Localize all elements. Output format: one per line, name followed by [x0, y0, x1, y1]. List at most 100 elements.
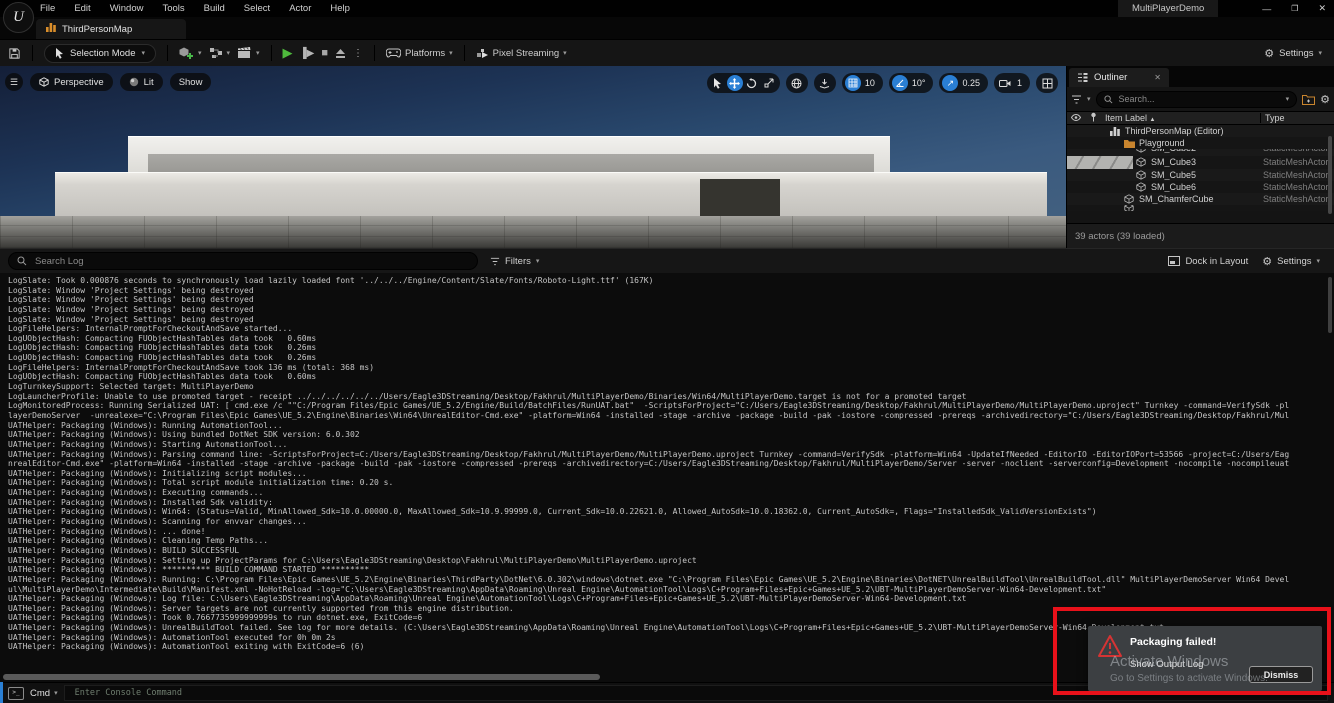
gear-icon: ⚙ [1264, 47, 1274, 60]
log-filters-dropdown[interactable]: Filters ▾ [490, 256, 539, 267]
row-type: StaticMeshActor [1263, 182, 1329, 192]
blueprints-icon [209, 47, 223, 59]
platforms-dropdown[interactable]: Platforms ▾ [386, 48, 453, 59]
blueprints-dropdown[interactable]: ▾ [209, 47, 231, 59]
log-line: LogFileHelpers: InternalPromptForCheckou… [8, 363, 1328, 373]
dock-icon [1168, 256, 1180, 266]
log-search-input[interactable] [33, 255, 469, 268]
settings-dropdown[interactable]: ⚙ Settings ▾ [1264, 47, 1326, 60]
select-tool-icon[interactable] [710, 75, 726, 91]
show-dropdown[interactable]: Show [170, 73, 212, 91]
show-output-log-link[interactable]: Show Output Log [1130, 659, 1203, 670]
add-folder-icon[interactable] [1302, 94, 1315, 105]
outliner-search[interactable]: ▾ [1096, 91, 1298, 108]
menu-item-select[interactable]: Select [244, 3, 270, 14]
tab-thirdpersonmap[interactable]: ThirdPersonMap [36, 19, 186, 39]
outliner-row[interactable]: SM_Cube3StaticMeshActor [1067, 156, 1334, 168]
outliner-tab-bar: Outliner ✕ [1067, 66, 1334, 87]
skip-frame-button[interactable]: ▐▶ [300, 48, 315, 59]
maximize-viewport-button[interactable] [1036, 73, 1058, 93]
selection-mode-dropdown[interactable]: Selection Mode ▾ [44, 44, 156, 63]
outliner-search-input[interactable] [1117, 93, 1282, 105]
filter-icon[interactable] [1071, 95, 1082, 104]
add-actor-dropdown[interactable]: ▾ [179, 46, 202, 60]
outliner-row[interactable]: ThirdPersonMap (Editor) [1067, 125, 1334, 137]
scale-tool-icon[interactable] [761, 75, 777, 91]
camera-icon [997, 75, 1013, 91]
rotate-tool-icon[interactable] [744, 75, 760, 91]
restore-button[interactable]: ❐ [1291, 4, 1298, 13]
play-button[interactable]: ▶ [283, 45, 293, 61]
log-line: UATHelper: Packaging (Windows): BUILD SU… [8, 546, 1328, 556]
outliner-scrollbar[interactable] [1328, 136, 1332, 214]
move-tool-icon[interactable] [727, 75, 743, 91]
outliner-row[interactable] [1067, 205, 1334, 211]
main-toolbar: Selection Mode ▾ ▾ ▾ ▾ ▶ ▐▶ ■ ⋮ Platform… [0, 39, 1334, 66]
outliner-row[interactable]: SM_Cube2StaticMeshActor [1067, 149, 1334, 156]
type-column-header[interactable]: Type [1260, 113, 1334, 123]
console-focus-accent [0, 682, 3, 703]
actor-count-label: 39 actors (39 loaded) [1075, 231, 1165, 242]
transform-tools [707, 73, 780, 93]
visibility-column-icon[interactable] [1067, 113, 1085, 123]
perspective-dropdown[interactable]: Perspective [30, 73, 113, 91]
menu-item-window[interactable]: Window [110, 3, 144, 14]
eject-button[interactable] [335, 48, 346, 59]
selection-mode-label: Selection Mode [70, 48, 135, 59]
tab-outliner[interactable]: Outliner ✕ [1069, 68, 1169, 87]
item-label-column-header[interactable]: Item Label ▲ [1101, 113, 1260, 123]
viewport-menu-icon[interactable]: ☰ [5, 73, 23, 91]
dismiss-button[interactable]: Dismiss [1249, 666, 1313, 683]
outliner-row[interactable]: SM_ChamferCubeStaticMeshActor [1067, 193, 1334, 205]
scene-floor-shadow [0, 216, 1066, 248]
cinematics-dropdown[interactable]: ▾ [237, 47, 260, 59]
pixel-streaming-label: Pixel Streaming [493, 48, 560, 59]
row-label: SM_Cube2 [1151, 149, 1196, 153]
lit-dropdown[interactable]: Lit [120, 73, 163, 91]
dock-label: Dock in Layout [1185, 256, 1248, 267]
log-horizontal-scrollbar[interactable] [3, 674, 600, 680]
menu-item-actor[interactable]: Actor [289, 3, 311, 14]
log-text-area[interactable]: LogSlate: Took 0.000876 seconds to synch… [0, 273, 1328, 652]
dock-in-layout-button[interactable]: Dock in Layout [1168, 256, 1248, 267]
log-line: LogSlate: Window 'Project Settings' bein… [8, 295, 1328, 305]
chevron-down-icon[interactable]: ▾ [1087, 95, 1091, 103]
menu-item-edit[interactable]: Edit [74, 3, 90, 14]
close-tab-icon[interactable]: ✕ [1154, 73, 1161, 82]
pin-column-icon[interactable] [1085, 112, 1101, 124]
outliner-row[interactable]: SM_Cube5StaticMeshActor [1067, 169, 1334, 181]
chevron-down-icon[interactable]: ▾ [1286, 95, 1290, 103]
unreal-engine-logo-icon[interactable]: U [3, 2, 34, 33]
outliner-settings-icon[interactable]: ⚙ [1320, 93, 1330, 106]
menu-item-file[interactable]: File [40, 3, 55, 14]
grid-snap-control[interactable]: 10 [842, 73, 883, 93]
settings-label: Settings [1279, 48, 1313, 59]
filter-icon [490, 257, 500, 266]
pixel-streaming-dropdown[interactable]: Pixel Streaming ▾ [476, 47, 567, 59]
stop-button[interactable]: ■ [321, 47, 328, 59]
window-controls: — ❐ ✕ [1262, 0, 1326, 17]
rotation-snap-control[interactable]: 10° [889, 73, 934, 93]
chevron-down-icon: ▾ [449, 49, 453, 57]
outliner-row[interactable]: Playground [1067, 137, 1334, 149]
log-search[interactable] [8, 252, 478, 270]
camera-speed-control[interactable]: 1 [994, 73, 1030, 93]
log-settings-dropdown[interactable]: ⚙ Settings ▾ [1262, 255, 1320, 268]
menu-item-build[interactable]: Build [204, 3, 225, 14]
level-viewport[interactable]: ☰ Perspective Lit Show [0, 66, 1066, 248]
close-button[interactable]: ✕ [1318, 3, 1326, 14]
surface-snapping-toggle[interactable] [814, 73, 836, 93]
cmd-dropdown[interactable]: Cmd ▾ [30, 688, 58, 699]
outliner-row[interactable]: SM_Cube6StaticMeshActor [1067, 181, 1334, 193]
outliner-panel: Outliner ✕ ▾ ▾ ⚙ Item Label ▲ Type Third… [1066, 66, 1334, 248]
play-options-button[interactable]: ⋮ [353, 48, 363, 59]
world-coordinate-toggle[interactable] [786, 73, 808, 93]
minimize-button[interactable]: — [1262, 4, 1271, 14]
folder-icon [1123, 139, 1135, 148]
log-line: layerDemoServer -unrealexe="C:\Program F… [8, 411, 1328, 421]
save-button[interactable] [8, 47, 21, 60]
scale-snap-control[interactable]: ↗ 0.25 [939, 73, 988, 93]
menu-item-help[interactable]: Help [330, 3, 350, 14]
menu-item-tools[interactable]: Tools [162, 3, 184, 14]
log-vertical-scrollbar[interactable] [1328, 277, 1332, 333]
